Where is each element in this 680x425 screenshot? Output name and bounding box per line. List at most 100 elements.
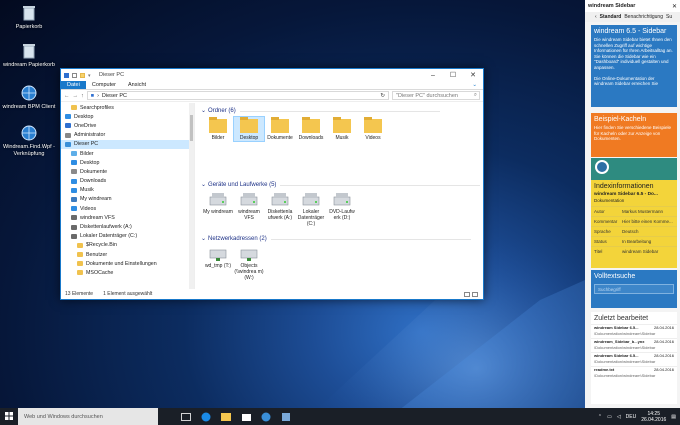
volume-icon[interactable]: ◁ bbox=[617, 414, 621, 420]
clock[interactable]: 14:25 26.04.2016 bbox=[641, 411, 666, 423]
nav-item[interactable]: Bilder bbox=[61, 149, 194, 158]
taskbar-search[interactable]: Web und Windows durchsuchen bbox=[18, 408, 158, 425]
tab-search[interactable]: Su bbox=[666, 14, 672, 20]
nav-item[interactable]: Administrator bbox=[61, 131, 194, 140]
desktop-icon-recycle-bin[interactable]: Papierkorb bbox=[0, 4, 58, 31]
refresh-icon[interactable]: ↻ bbox=[380, 93, 385, 99]
windows-start-icon[interactable] bbox=[5, 411, 13, 422]
nav-item[interactable]: Diskettenlaufwerk (A:) bbox=[61, 222, 194, 231]
minimize-button[interactable]: – bbox=[423, 69, 443, 81]
tiles-view-icon[interactable] bbox=[472, 291, 478, 297]
panel-windream-logo[interactable] bbox=[591, 158, 677, 180]
forward-arrow-icon[interactable]: → bbox=[73, 93, 79, 99]
nav-item[interactable]: MSOCache bbox=[61, 268, 194, 277]
network-drive-tile[interactable]: wd_tmp (T:) bbox=[203, 245, 233, 269]
section-network[interactable]: ⌄ Netzwerkadressen (2) bbox=[201, 235, 471, 242]
folder-icon bbox=[77, 242, 83, 248]
folder-tile[interactable]: Videos bbox=[358, 117, 388, 141]
panel-index-info[interactable]: Indexinformationen windream Sidebar 6.5 … bbox=[591, 180, 677, 268]
chevron-down-icon[interactable]: ▾ bbox=[88, 73, 93, 79]
nav-item-label: Diskettenlaufwerk (A:) bbox=[80, 224, 132, 231]
task-view-icon[interactable] bbox=[180, 411, 192, 423]
network-drive-tile[interactable]: Objects (\\windrea m) (W:) bbox=[234, 245, 264, 281]
folder-tile[interactable]: Bilder bbox=[203, 117, 233, 141]
taskbar: Web und Windows durchsuchen ⌃ ▭ ◁ DEU 14… bbox=[0, 408, 680, 425]
nav-item[interactable]: OneDrive bbox=[61, 121, 194, 130]
chevron-left-icon[interactable]: ‹ bbox=[595, 14, 597, 20]
ribbon-expand-icon[interactable]: ⌄ bbox=[466, 81, 483, 89]
new-folder-icon[interactable] bbox=[80, 72, 85, 78]
nav-item-label: Benutzer bbox=[86, 251, 108, 258]
nav-item[interactable]: Lokaler Datenträger (C:) bbox=[61, 232, 194, 241]
drive-tile[interactable]: Lokaler Datenträger (C:) bbox=[296, 191, 326, 227]
network-icon[interactable]: ▭ bbox=[607, 414, 612, 420]
close-icon[interactable]: ✕ bbox=[672, 3, 677, 10]
folder-tile[interactable]: Musik bbox=[327, 117, 357, 141]
drive-icon bbox=[240, 191, 258, 207]
panel-example-tiles[interactable]: Beispiel-Kacheln Hier finden Sie verschi… bbox=[591, 113, 677, 157]
fulltext-search-input[interactable]: Suchbegriff bbox=[594, 284, 674, 294]
tab-computer[interactable]: Computer bbox=[86, 81, 122, 89]
address-bar[interactable]: ■ › Dieser PC ↻ bbox=[86, 91, 389, 100]
recent-item[interactable]: windream Sidebar 6.5... 28.04.2016 \Dokume… bbox=[591, 352, 677, 366]
tab-view[interactable]: Ansicht bbox=[122, 81, 152, 89]
file-explorer-icon[interactable] bbox=[220, 411, 232, 423]
close-button[interactable]: ✕ bbox=[463, 69, 483, 81]
system-tool-icon[interactable] bbox=[280, 411, 292, 423]
nav-item[interactable]: Dokumente bbox=[61, 167, 194, 176]
tab-notifications[interactable]: Benachrichtigung bbox=[624, 14, 663, 20]
windream-taskbar-icon[interactable] bbox=[260, 411, 272, 423]
panel-sidebar-info[interactable]: windream 6.5 - Sidebar Die windream Side… bbox=[591, 25, 677, 107]
nav-item[interactable]: Dokumente und Einstellungen bbox=[61, 259, 194, 268]
drive-tile[interactable]: windream VFS bbox=[234, 191, 264, 221]
recent-item[interactable]: readme.txt 28.04.2016 \Dokumentation\windr… bbox=[591, 366, 677, 380]
navigation-scrollbar[interactable] bbox=[189, 103, 194, 289]
nav-item[interactable]: Downloads bbox=[61, 177, 194, 186]
nav-item[interactable]: $Recycle.Bin bbox=[61, 241, 194, 250]
folder-tile[interactable]: Downloads bbox=[296, 117, 326, 141]
nav-item[interactable]: Searchprofiles bbox=[61, 103, 194, 112]
section-folders[interactable]: ⌄ Ordner (6) bbox=[201, 107, 440, 114]
nav-item[interactable]: Dieser PC bbox=[61, 139, 194, 149]
windream-sidebar: windream Sidebar ✕ ‹ Standard Benachrich… bbox=[585, 0, 680, 408]
details-view-icon[interactable] bbox=[464, 291, 470, 297]
nav-item[interactable]: Videos bbox=[61, 204, 194, 213]
nav-item[interactable]: Musik bbox=[61, 186, 194, 195]
recent-item-name: windream Sidebar 6.5... bbox=[594, 353, 639, 358]
tab-standard[interactable]: Standard bbox=[600, 14, 622, 20]
folder-tile[interactable]: Desktop bbox=[233, 116, 265, 142]
drive-tile[interactable]: Diskettenla ufwerk (A:) bbox=[265, 191, 295, 221]
desktop-icon-label: windream Papierkorb bbox=[3, 62, 55, 68]
up-arrow-icon[interactable]: ↑ bbox=[81, 93, 84, 99]
section-drives[interactable]: ⌄ Geräte und Laufwerke (5) bbox=[201, 181, 481, 188]
nav-item-label: My windream bbox=[80, 196, 112, 203]
edge-icon[interactable] bbox=[200, 411, 212, 423]
panel-fulltext-search: Volltextsuche Suchbegriff bbox=[591, 270, 677, 308]
desktop-icon-bpm-client[interactable]: windream BPM Client bbox=[0, 84, 58, 111]
chevron-up-icon[interactable]: ⌃ bbox=[598, 414, 602, 420]
back-arrow-icon[interactable]: ← bbox=[64, 93, 70, 99]
language-indicator[interactable]: DEU bbox=[626, 414, 637, 420]
index-row: Sprache Deutsch bbox=[591, 226, 677, 236]
nav-item[interactable]: Desktop bbox=[61, 112, 194, 121]
folder-tile[interactable]: Dokumente bbox=[265, 117, 295, 141]
drive-tile[interactable]: DVD-Laufw erk (D:) bbox=[327, 191, 357, 221]
desktop-icon-windream-find[interactable]: Windream.Find.Wpf - Verknüpfung bbox=[0, 124, 58, 158]
drive-tile[interactable]: My windream bbox=[203, 191, 233, 215]
desktop-icon-windream-recycle-bin[interactable]: windream Papierkorb bbox=[0, 42, 58, 69]
store-icon[interactable] bbox=[240, 411, 252, 423]
recent-item[interactable]: windream Sidebar 6.5... 28.04.2016 \Dokume… bbox=[591, 324, 677, 338]
notifications-icon[interactable]: ▤ bbox=[671, 414, 676, 420]
recent-item[interactable]: windream_Sidebar_b...ynx 28.04.2016 \Dokum… bbox=[591, 338, 677, 352]
nav-item-label: Bilder bbox=[80, 150, 94, 157]
scrollbar-thumb[interactable] bbox=[190, 115, 193, 141]
properties-icon[interactable] bbox=[72, 72, 77, 78]
tab-file[interactable]: Datei bbox=[61, 81, 86, 89]
nav-item[interactable]: windream VFS bbox=[61, 213, 194, 222]
nav-item[interactable]: Benutzer bbox=[61, 250, 194, 259]
maximize-button[interactable]: ☐ bbox=[443, 69, 463, 81]
search-input[interactable]: "Dieser PC" durchsuchen ⌕ bbox=[392, 91, 480, 100]
chevron-down-icon: ⌄ bbox=[201, 108, 207, 114]
nav-item[interactable]: Desktop bbox=[61, 158, 194, 167]
nav-item[interactable]: My windream bbox=[61, 195, 194, 204]
